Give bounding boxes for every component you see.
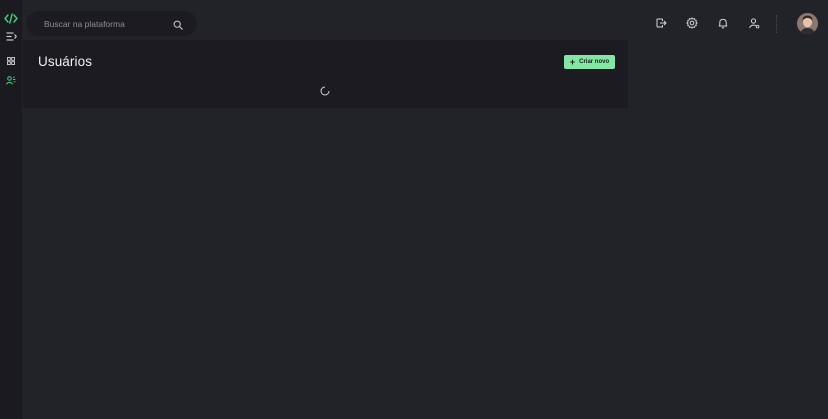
create-new-label: Criar novo xyxy=(579,59,610,65)
users-panel: Usuários + Criar novo xyxy=(23,40,628,108)
code-brackets-icon[interactable] xyxy=(0,11,22,25)
create-new-button[interactable]: + Criar novo xyxy=(564,55,615,69)
loading-spinner-icon xyxy=(320,83,330,96)
user-settings-icon[interactable] xyxy=(747,16,761,30)
plus-icon: + xyxy=(569,56,576,67)
users-icon[interactable] xyxy=(0,75,22,85)
avatar[interactable] xyxy=(797,13,818,34)
search-bar[interactable] xyxy=(26,11,197,36)
header-divider xyxy=(776,15,778,33)
gear-icon[interactable] xyxy=(685,16,699,30)
menu-collapse-icon[interactable] xyxy=(0,30,22,42)
bell-icon[interactable] xyxy=(716,16,730,30)
search-icon[interactable] xyxy=(173,17,185,30)
dashboard-grid-icon[interactable] xyxy=(0,56,22,66)
page-title: Usuários xyxy=(38,54,93,69)
logout-icon[interactable] xyxy=(654,16,668,30)
sidebar xyxy=(0,0,22,419)
search-input[interactable] xyxy=(44,16,174,31)
